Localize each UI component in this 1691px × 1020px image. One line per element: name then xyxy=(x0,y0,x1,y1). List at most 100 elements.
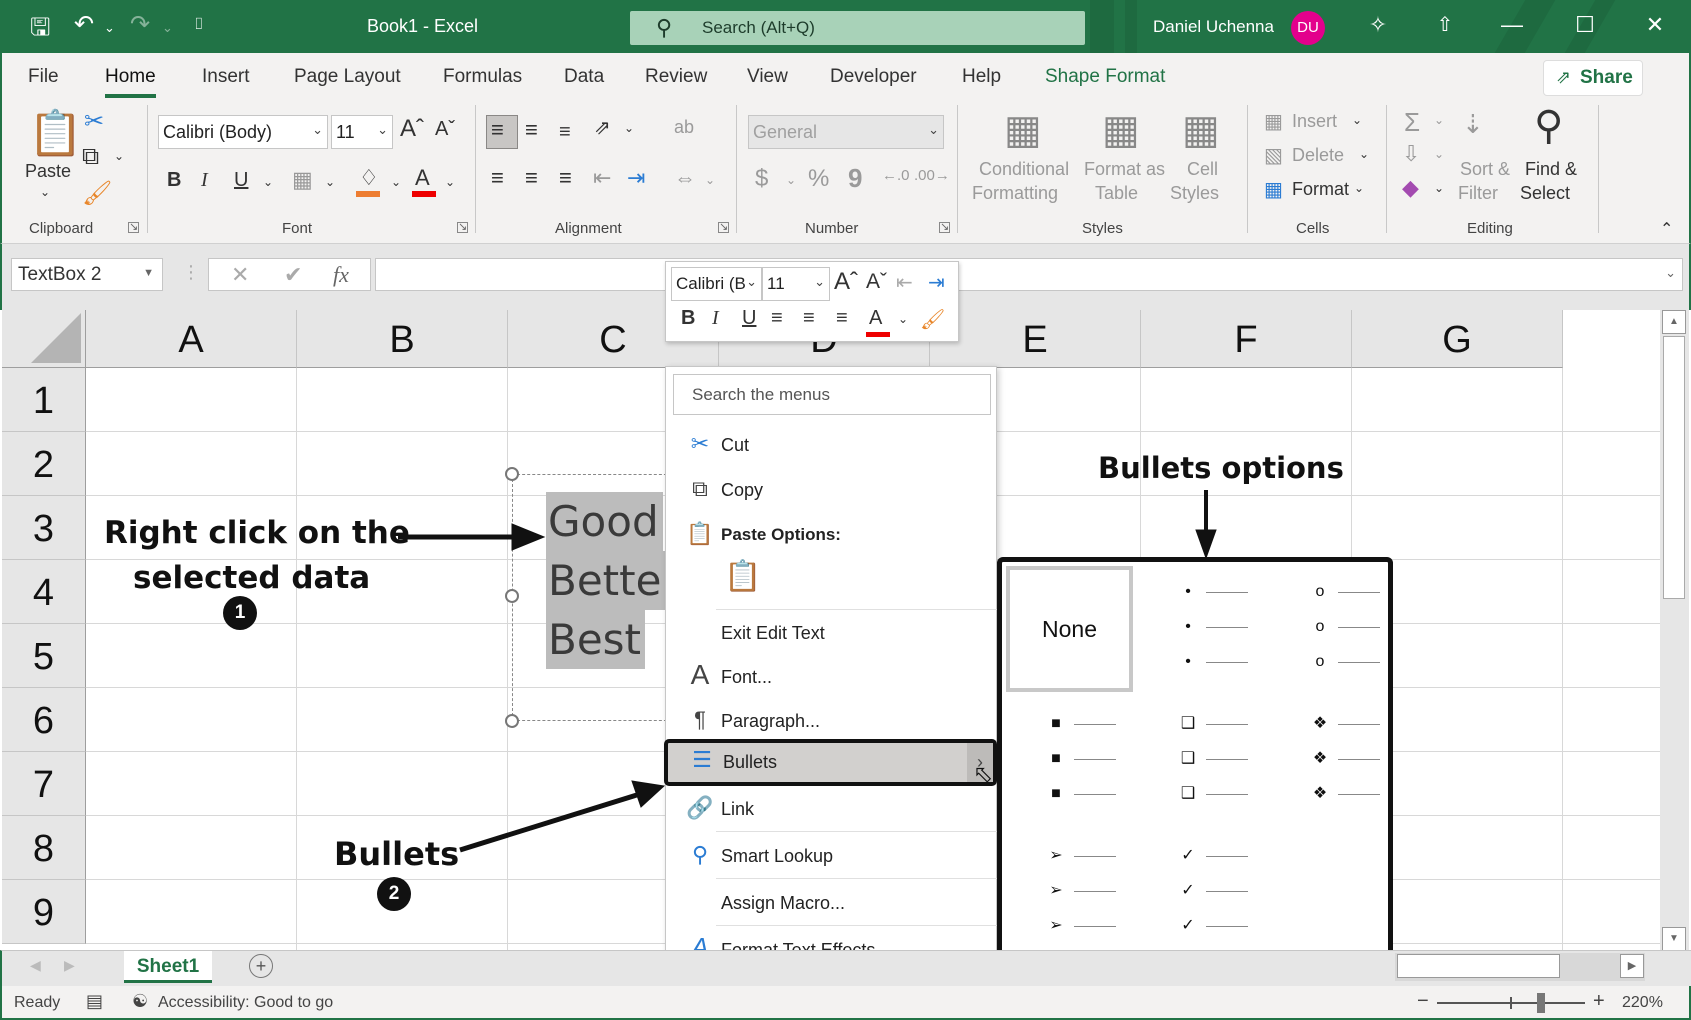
bullet-option-hollow-round[interactable]: o o o xyxy=(1310,582,1430,692)
mouse-cursor-icon: ⬁ xyxy=(973,761,994,788)
context-menu: Search the menus ✂ Cut ⧉ Copy 📋 Paste Op… xyxy=(664,366,997,1018)
bullet-option-none[interactable]: None xyxy=(1006,566,1133,692)
bullet-preview-row: o xyxy=(1310,652,1430,672)
scroll-right-button[interactable]: ▶ xyxy=(1620,954,1644,978)
mini-font-name-select[interactable]: Calibri (B ⌄ xyxy=(671,267,762,301)
bullet-preview-row: • xyxy=(1178,652,1298,672)
horizontal-scroll-thumb[interactable] xyxy=(1397,954,1560,978)
menu-item-label: Smart Lookup xyxy=(721,846,834,866)
menu-item-bullets[interactable]: ☰ Bullets › xyxy=(664,739,997,786)
bullet-preview-row: ✓ xyxy=(1178,881,1298,901)
bullet-preview-line xyxy=(1338,592,1380,593)
bullet-preview-line xyxy=(1206,856,1248,857)
copy-icon: ⧉ xyxy=(692,476,708,501)
bullet-preview-row: o xyxy=(1310,582,1430,602)
macro-record-icon[interactable]: ▤ xyxy=(86,991,103,1012)
arrowhead-bullet-icon: ➢ xyxy=(1049,847,1063,864)
checkmark-bullet-icon: ✓ xyxy=(1181,882,1195,899)
mini-increase-font-icon[interactable]: Aˆ xyxy=(834,268,858,296)
bullet-preview-line xyxy=(1206,592,1248,593)
accessibility-status[interactable]: Accessibility: Good to go xyxy=(158,994,333,1012)
mini-toolbar: Calibri (B ⌄ 11 ⌄ Aˆ Aˇ ⇤ ⇥ B I U ≡ ≡ ≡ A … xyxy=(665,261,959,342)
mini-font-color-dropdown-icon[interactable]: ⌄ xyxy=(898,312,908,326)
bullet-preview-line xyxy=(1074,724,1116,725)
bullet-preview-line xyxy=(1206,627,1248,628)
mini-decrease-font-icon[interactable]: Aˇ xyxy=(866,270,887,294)
add-sheet-button[interactable]: + xyxy=(249,954,273,978)
hollow-square-shadow-bullet-icon: ❑ xyxy=(1180,750,1196,767)
mini-font-name-value: Calibri (B xyxy=(676,274,746,293)
menu-item-paragraph[interactable]: ¶ Paragraph... xyxy=(666,701,997,741)
mini-format-painter-icon[interactable]: 🖌 xyxy=(920,307,945,332)
bullet-option-filled-square[interactable]: ■ ■ ■ xyxy=(1046,714,1166,824)
menu-item-label: Exit Edit Text xyxy=(721,623,825,643)
zoom-in-button[interactable]: + xyxy=(1593,990,1605,1013)
filled-round-bullet-icon: • xyxy=(1185,618,1191,635)
mini-font-color-swatch xyxy=(866,332,890,337)
four-diamond-bullet-icon: ❖ xyxy=(1312,750,1328,767)
bullet-preview-line xyxy=(1074,891,1116,892)
hollow-square-shadow-bullet-icon: ❑ xyxy=(1180,785,1196,802)
mini-italic-button[interactable]: I xyxy=(712,307,719,330)
hollow-square-shadow-bullet-icon: ❑ xyxy=(1180,715,1196,732)
menu-item-label: Paragraph... xyxy=(721,711,821,731)
mini-align-left-icon[interactable]: ≡ xyxy=(771,307,783,330)
bullet-preview-row: ✓ xyxy=(1178,916,1298,936)
bullet-preview-row: ❑ xyxy=(1178,714,1298,734)
menu-item-exit-edit-text[interactable]: Exit Edit Text xyxy=(666,613,997,653)
mini-decrease-indent-icon[interactable]: ⇤ xyxy=(896,270,913,295)
bullets-icon: ☰ xyxy=(692,747,712,772)
bullet-preview-line xyxy=(1074,856,1116,857)
cut-icon: ✂ xyxy=(690,431,710,456)
font-icon: A xyxy=(690,659,710,690)
menu-search-input[interactable]: Search the menus xyxy=(673,374,991,415)
bullet-preview-line xyxy=(1338,759,1380,760)
menu-item-smart-lookup[interactable]: ⚲ Smart Lookup xyxy=(666,836,997,876)
bullet-preview-row: ❑ xyxy=(1178,749,1298,769)
menu-item-copy[interactable]: ⧉ Copy xyxy=(666,470,997,510)
bullet-preview-line xyxy=(1338,627,1380,628)
bullet-option-arrowhead[interactable]: ➢ ➢ ➢ xyxy=(1046,846,1166,956)
mini-font-color-icon[interactable]: A xyxy=(869,307,882,330)
mini-align-center-icon[interactable]: ≡ xyxy=(803,307,815,330)
checkmark-bullet-icon: ✓ xyxy=(1181,917,1195,934)
arrow-head-submenu xyxy=(1195,529,1217,560)
arrowhead-bullet-icon: ➢ xyxy=(1049,882,1063,899)
bullet-option-checkmark[interactable]: ✓ ✓ ✓ xyxy=(1178,846,1298,956)
menu-search-placeholder: Search the menus xyxy=(692,385,830,404)
menu-item-assign-macro[interactable]: Assign Macro... xyxy=(666,883,997,923)
mini-underline-button[interactable]: U xyxy=(742,307,756,330)
arrow-head-textbox xyxy=(511,523,546,551)
menu-item-font[interactable]: A Font... xyxy=(666,657,997,697)
mini-increase-indent-icon[interactable]: ⇥ xyxy=(928,270,945,295)
bullet-preview-row: ■ xyxy=(1046,784,1166,804)
filled-square-bullet-icon: ■ xyxy=(1051,750,1061,767)
bullet-option-filled-round[interactable]: • • • xyxy=(1178,582,1298,692)
menu-item-label: Assign Macro... xyxy=(721,893,846,913)
bullet-preview-line xyxy=(1206,662,1248,663)
mini-font-size-select[interactable]: 11 ⌄ xyxy=(762,267,830,301)
menu-item-cut[interactable]: ✂ Cut xyxy=(666,425,997,465)
accessibility-icon[interactable]: ☯ xyxy=(132,991,148,1012)
bullet-preview-row: o xyxy=(1310,617,1430,637)
zoom-slider-thumb[interactable] xyxy=(1536,993,1545,1013)
mini-bold-button[interactable]: B xyxy=(681,307,695,330)
four-diamond-bullet-icon: ❖ xyxy=(1312,785,1328,802)
bullet-preview-line xyxy=(1338,724,1380,725)
menu-item-link[interactable]: 🔗 Link xyxy=(666,789,997,829)
bullet-preview-line xyxy=(1206,794,1248,795)
prev-sheet-icon[interactable]: ◀ xyxy=(30,957,41,974)
sheet-tab-sheet1[interactable]: Sheet1 xyxy=(124,951,212,983)
zoom-level[interactable]: 220% xyxy=(1622,994,1663,1012)
bullet-option-four-diamond[interactable]: ❖ ❖ ❖ xyxy=(1310,714,1430,824)
bullet-preview-row: ❖ xyxy=(1310,749,1430,769)
horizontal-scrollbar[interactable]: ▶ xyxy=(1395,953,1645,981)
bullet-option-hollow-square-shadow[interactable]: ❑ ❑ ❑ xyxy=(1178,714,1298,824)
paste-keep-source-button[interactable]: 📋 xyxy=(724,559,764,603)
bullet-preview-line xyxy=(1206,926,1248,927)
bullet-preview-line xyxy=(1206,891,1248,892)
zoom-out-button[interactable]: − xyxy=(1417,990,1429,1013)
next-sheet-icon[interactable]: ▶ xyxy=(64,957,75,974)
mini-align-right-icon[interactable]: ≡ xyxy=(836,307,848,330)
bullet-preview-line xyxy=(1206,759,1248,760)
